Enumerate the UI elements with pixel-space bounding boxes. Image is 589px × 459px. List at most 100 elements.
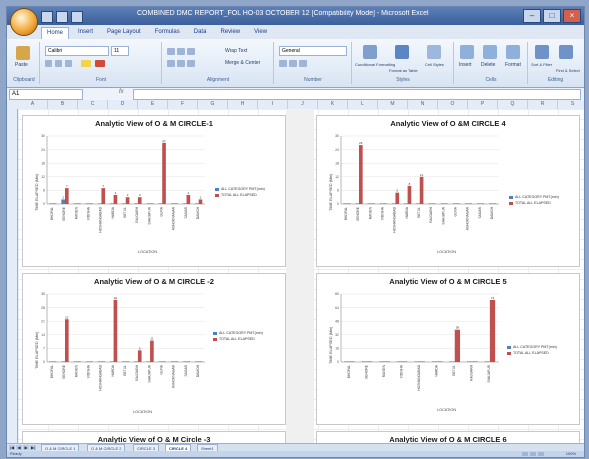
prev-sheet-icon[interactable]: ◀ xyxy=(16,445,22,450)
column-header-s[interactable]: S xyxy=(558,100,584,109)
column-header-o[interactable]: O xyxy=(438,100,468,109)
chart-circle-4[interactable]: Analytic View of O &M CIRCLE 4 0 6 12 18 24 3… xyxy=(316,115,580,267)
align-center-icon[interactable] xyxy=(177,60,185,67)
minimize-button[interactable]: – xyxy=(523,9,541,23)
wrap-text-button[interactable]: Wrap Text xyxy=(225,48,247,54)
y-tick-label: 0 xyxy=(43,202,45,206)
bar xyxy=(489,203,493,204)
column-header-h[interactable]: H xyxy=(228,100,258,109)
format-as-table-icon[interactable] xyxy=(395,45,409,59)
tab-page-layout[interactable]: Page Layout xyxy=(102,27,146,39)
bar xyxy=(73,361,78,362)
align-top-icon[interactable] xyxy=(167,48,175,55)
find-select-icon[interactable] xyxy=(559,45,573,59)
save-icon[interactable] xyxy=(41,11,53,23)
x-tick-label: HOSHANGABAD xyxy=(417,364,421,390)
column-header-q[interactable]: Q xyxy=(498,100,528,109)
font-name-select[interactable]: Calibri xyxy=(45,46,109,56)
conditional-formatting-icon[interactable] xyxy=(363,45,377,59)
bar xyxy=(464,203,469,204)
number-format-select[interactable]: General xyxy=(279,46,347,56)
legend-item: TOTAL ALL ELAPSED xyxy=(507,350,557,356)
delete-cells-icon[interactable] xyxy=(483,45,497,59)
tab-data[interactable]: Data xyxy=(189,27,212,39)
column-header-e[interactable]: E xyxy=(138,100,168,109)
column-header-r[interactable]: R xyxy=(528,100,558,109)
chart-circle-1[interactable]: Analytic View of O & M CIRCLE-1 0 6 12 18 24… xyxy=(22,115,286,267)
first-sheet-icon[interactable]: |◀ xyxy=(9,445,15,450)
undo-icon[interactable] xyxy=(56,11,68,23)
last-sheet-icon[interactable]: ▶| xyxy=(30,445,36,450)
office-button[interactable] xyxy=(10,8,38,36)
name-box[interactable]: A1 xyxy=(9,89,83,100)
chart-circle-5[interactable]: Analytic View of O & M CIRCLE 5 0 16 32 48 6… xyxy=(316,273,580,425)
align-middle-icon[interactable] xyxy=(177,48,185,55)
column-header-f[interactable]: F xyxy=(168,100,198,109)
redo-icon[interactable] xyxy=(71,11,83,23)
x-tick-label: RAJGARH xyxy=(135,364,139,380)
bar xyxy=(440,203,445,204)
maximize-button[interactable]: □ xyxy=(543,9,561,23)
tab-home[interactable]: Home xyxy=(41,27,70,39)
chart-circle-6[interactable]: Analytic View of O & M CIRCLE 6 xyxy=(316,431,580,443)
zoom-level[interactable]: 100% xyxy=(566,451,576,457)
column-header-k[interactable]: K xyxy=(318,100,348,109)
legend-swatch xyxy=(509,195,513,199)
column-header-d[interactable]: D xyxy=(108,100,138,109)
bold-icon[interactable] xyxy=(45,60,52,67)
column-header-c[interactable]: C xyxy=(78,100,108,109)
data-label: 38 xyxy=(456,326,460,330)
chart-plot: 0 6 12 18 24 30 BHOPAL 26 SEHORE RAISEN VIDISHA 5 HO… xyxy=(335,134,499,233)
page-break-view-icon[interactable] xyxy=(538,452,544,456)
close-button[interactable]: × xyxy=(563,9,581,23)
format-cells-icon[interactable] xyxy=(506,45,520,59)
y-tick-label: 0 xyxy=(43,360,45,364)
sort-filter-icon[interactable] xyxy=(535,45,549,59)
chart-circle-3[interactable]: Analytic View of O & M Circle -3 xyxy=(22,431,286,443)
percent-icon[interactable] xyxy=(289,60,297,67)
x-tick-label: DAMOH xyxy=(490,206,494,219)
tab-view[interactable]: View xyxy=(249,27,272,39)
legend-label: TOTAL ALL ELAPSED xyxy=(515,201,551,205)
page-layout-view-icon[interactable] xyxy=(530,452,536,456)
underline-icon[interactable] xyxy=(65,60,72,67)
fill-color-icon[interactable] xyxy=(81,60,91,67)
italic-icon[interactable] xyxy=(55,60,62,67)
fx-icon[interactable]: fx xyxy=(119,89,124,95)
currency-icon[interactable] xyxy=(279,60,287,67)
column-header-m[interactable]: M xyxy=(378,100,408,109)
bar xyxy=(371,203,375,204)
column-header-n[interactable]: N xyxy=(408,100,438,109)
x-tick-label: HARDA xyxy=(111,364,115,376)
legend-swatch xyxy=(509,201,513,205)
tab-formulas[interactable]: Formulas xyxy=(150,27,185,39)
data-label: 2 xyxy=(200,195,202,199)
column-header-a[interactable]: A xyxy=(18,100,48,109)
tab-review[interactable]: Review xyxy=(215,27,245,39)
font-color-icon[interactable] xyxy=(95,60,105,67)
next-sheet-icon[interactable]: ▶ xyxy=(23,445,29,450)
column-header-g[interactable]: G xyxy=(198,100,228,109)
align-bottom-icon[interactable] xyxy=(187,48,195,55)
font-size-select[interactable]: 11 xyxy=(111,46,129,56)
column-header-i[interactable]: I xyxy=(258,100,288,109)
align-right-icon[interactable] xyxy=(187,60,195,67)
column-header-b[interactable]: B xyxy=(48,100,78,109)
comma-icon[interactable] xyxy=(299,60,307,67)
column-header-p[interactable]: P xyxy=(468,100,498,109)
column-header-j[interactable]: J xyxy=(288,100,318,109)
formula-input[interactable] xyxy=(133,89,581,100)
bar xyxy=(468,203,473,204)
column-header-l[interactable]: L xyxy=(348,100,378,109)
normal-view-icon[interactable] xyxy=(522,452,528,456)
chart-circle-2[interactable]: Analytic View of O & M CIRCLE -2 0 7 14 21 2… xyxy=(22,273,286,425)
paste-icon[interactable] xyxy=(16,46,30,60)
align-left-icon[interactable] xyxy=(167,60,175,67)
tab-insert[interactable]: Insert xyxy=(73,27,98,39)
worksheet-grid[interactable]: Analytic View of O & M CIRCLE-1 0 6 12 18 24… xyxy=(18,109,584,443)
cell-styles-icon[interactable] xyxy=(427,45,441,59)
merge-center-button[interactable]: Merge & Center xyxy=(225,60,260,66)
insert-cells-icon[interactable] xyxy=(460,45,474,59)
bar xyxy=(97,361,102,362)
data-label: 3 xyxy=(139,193,141,197)
